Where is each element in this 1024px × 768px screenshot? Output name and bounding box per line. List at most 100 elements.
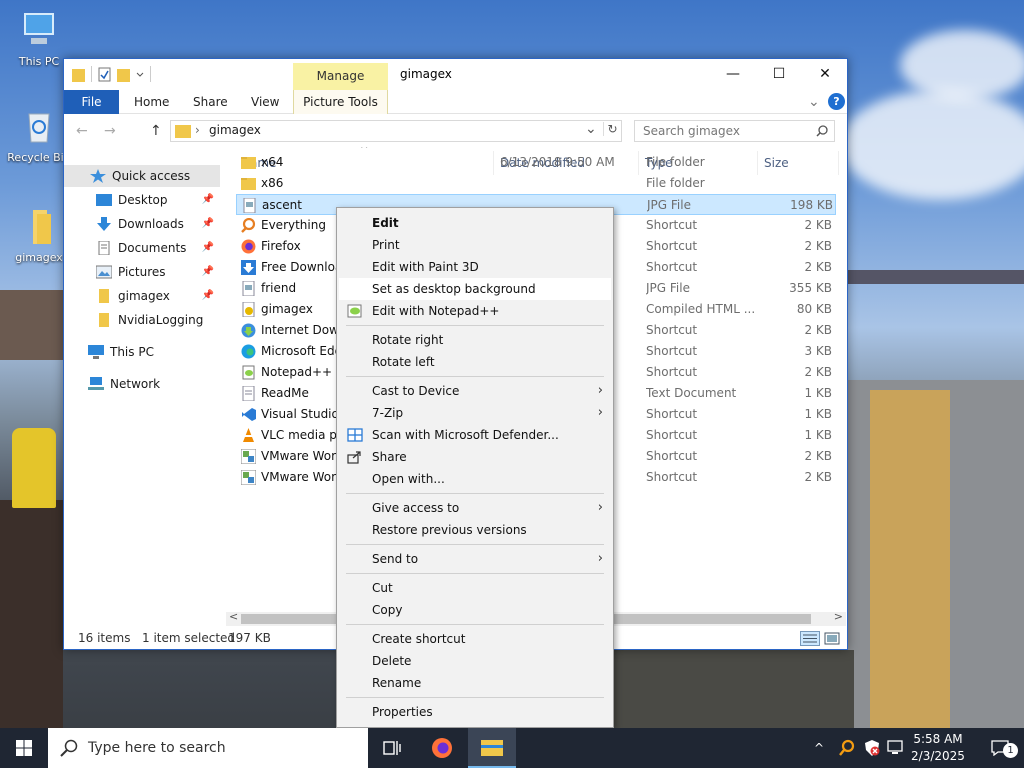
back-button[interactable]: ← [76, 123, 88, 139]
nav-item-label: NvidiaLogging [118, 313, 204, 327]
menu-item-create-shortcut[interactable]: Create shortcut [339, 628, 611, 650]
minimize-button[interactable]: — [710, 59, 756, 89]
taskbar-file-explorer[interactable] [468, 728, 516, 768]
file-row[interactable]: x64 6/13/2018 9:50 AM File folder [236, 152, 836, 173]
tab-view[interactable]: View [251, 90, 279, 114]
nav-item-downloads[interactable]: Downloads 📌 [64, 213, 220, 235]
scroll-right-button[interactable]: > [834, 610, 843, 623]
nav-item-label: Desktop [118, 193, 168, 207]
details-view-icon[interactable] [800, 631, 820, 646]
menu-item-cut[interactable]: Cut [339, 577, 611, 599]
pin-icon[interactable]: 📌 [202, 189, 214, 211]
taskbar-firefox[interactable] [418, 728, 466, 768]
properties-icon[interactable] [98, 67, 111, 82]
file-type: JPG File [646, 281, 690, 295]
taskbar-clock[interactable]: 5:58 AM 2/3/2025 [903, 731, 973, 765]
file-name: Microsoft Edg [261, 344, 336, 358]
menu-item-open-with[interactable]: Open with... [339, 468, 611, 490]
menu-item-copy[interactable]: Copy [339, 599, 611, 621]
nav-item-documents[interactable]: Documents 📌 [64, 237, 220, 259]
file-type: Shortcut [646, 239, 698, 253]
breadcrumb-gimagex[interactable]: gimagex [209, 123, 261, 137]
menu-item-scan-with-microsoft-defender[interactable]: Scan with Microsoft Defender... [339, 424, 611, 446]
rail-track [0, 500, 63, 728]
up-button[interactable]: ↑ [150, 123, 162, 139]
scroll-left-button[interactable]: < [229, 610, 238, 623]
address-dropdown-icon[interactable]: ⌄ [585, 121, 597, 137]
file-size: 2 KB [804, 323, 832, 337]
menu-item-cast-to-device[interactable]: Cast to Device › [339, 380, 611, 402]
menu-item-share[interactable]: Share [339, 446, 611, 468]
file-size: 2 KB [804, 365, 832, 379]
nav-item-gimagex[interactable]: gimagex 📌 [64, 285, 220, 307]
menu-item-restore-previous-versions[interactable]: Restore previous versions [339, 519, 611, 541]
file-type: Shortcut [646, 365, 698, 379]
nav-item-this-pc[interactable]: This PC [64, 341, 220, 363]
action-center-button[interactable]: 1 [976, 728, 1024, 768]
file-name: Internet Down [261, 323, 336, 337]
menu-item-rotate-right[interactable]: Rotate right [339, 329, 611, 351]
file-size: 3 KB [804, 344, 832, 358]
menu-item-delete[interactable]: Delete [339, 650, 611, 672]
task-view-button[interactable] [368, 728, 416, 768]
menu-item-edit[interactable]: Edit [339, 212, 611, 234]
tactile-strip [870, 390, 950, 728]
tray-app[interactable] [838, 728, 856, 768]
menu-item-send-to[interactable]: Send to › [339, 548, 611, 570]
menu-item-properties[interactable]: Properties [339, 701, 611, 723]
nav-item-nvidialogging[interactable]: NvidiaLogging [64, 309, 220, 331]
customize-toolbar-icon[interactable] [136, 70, 144, 78]
tab-file[interactable]: File [64, 90, 119, 114]
menu-item-label: Create shortcut [372, 632, 466, 646]
taskbar-search-input[interactable]: Type here to search [48, 728, 368, 768]
tray-network[interactable] [887, 728, 903, 768]
pin-icon[interactable]: 📌 [202, 285, 214, 307]
menu-item-give-access-to[interactable]: Give access to › [339, 497, 611, 519]
pin-icon[interactable]: 📌 [202, 213, 214, 235]
new-folder-icon[interactable] [117, 67, 130, 82]
tab-picture-tools[interactable]: Picture Tools [293, 90, 388, 114]
menu-item-rename[interactable]: Rename [339, 672, 611, 694]
start-button[interactable] [0, 728, 48, 768]
large-icons-view-icon[interactable] [824, 631, 840, 646]
menu-item-edit-with-paint-3d[interactable]: Edit with Paint 3D [339, 256, 611, 278]
menu-item-rotate-left[interactable]: Rotate left [339, 351, 611, 373]
search-input[interactable]: Search gimagex [634, 120, 835, 142]
tab-home[interactable]: Home [134, 90, 169, 114]
refresh-button[interactable]: ↻ [603, 122, 621, 136]
folder-icon[interactable] [72, 67, 85, 82]
file-name: VMware Work [261, 449, 336, 463]
menu-item-label: Open with... [372, 472, 445, 486]
nav-item-desktop[interactable]: Desktop 📌 [64, 189, 220, 211]
file-type: Shortcut [646, 428, 698, 442]
pin-icon[interactable]: 📌 [202, 261, 214, 283]
tray-security[interactable] [863, 728, 881, 768]
show-hidden-icons-button[interactable]: ^ [814, 728, 824, 768]
file-explorer-icon [481, 740, 503, 756]
cloud [900, 30, 1024, 100]
menu-separator [346, 624, 604, 625]
file-row[interactable]: x86 File folder [236, 173, 836, 194]
address-bar[interactable]: › gimagex ⌄ ↻ [170, 120, 622, 142]
nav-item-network[interactable]: Network [64, 373, 220, 395]
menu-item-7-zip[interactable]: 7-Zip › [339, 402, 611, 424]
navigation-pane: Quick access Desktop 📌 Downloads 📌 Docum… [64, 147, 227, 627]
ribbon-expand-icon[interactable]: ⌄ [808, 90, 820, 114]
nav-item-pictures[interactable]: Pictures 📌 [64, 261, 220, 283]
forward-button[interactable]: → [104, 123, 116, 139]
help-icon[interactable]: ? [828, 93, 845, 110]
menu-item-print[interactable]: Print [339, 234, 611, 256]
maximize-button[interactable]: ☐ [756, 59, 802, 89]
menu-item-set-as-desktop-background[interactable]: Set as desktop background [339, 278, 611, 300]
title-bar[interactable]: Manage gimagex — ☐ ✕ [64, 59, 847, 90]
pin-icon[interactable]: 📌 [202, 237, 214, 259]
vmware-icon [241, 449, 256, 464]
menu-item-edit-with-notepad[interactable]: Edit with Notepad++ [339, 300, 611, 322]
shield-warning-icon [865, 740, 880, 756]
file-name: x64 [261, 155, 284, 169]
nav-item-quick-access[interactable]: Quick access [64, 165, 220, 187]
tab-share[interactable]: Share [193, 90, 228, 114]
close-button[interactable]: ✕ [802, 59, 848, 89]
tab-manage[interactable]: Manage [293, 63, 388, 90]
star-icon [90, 169, 106, 183]
